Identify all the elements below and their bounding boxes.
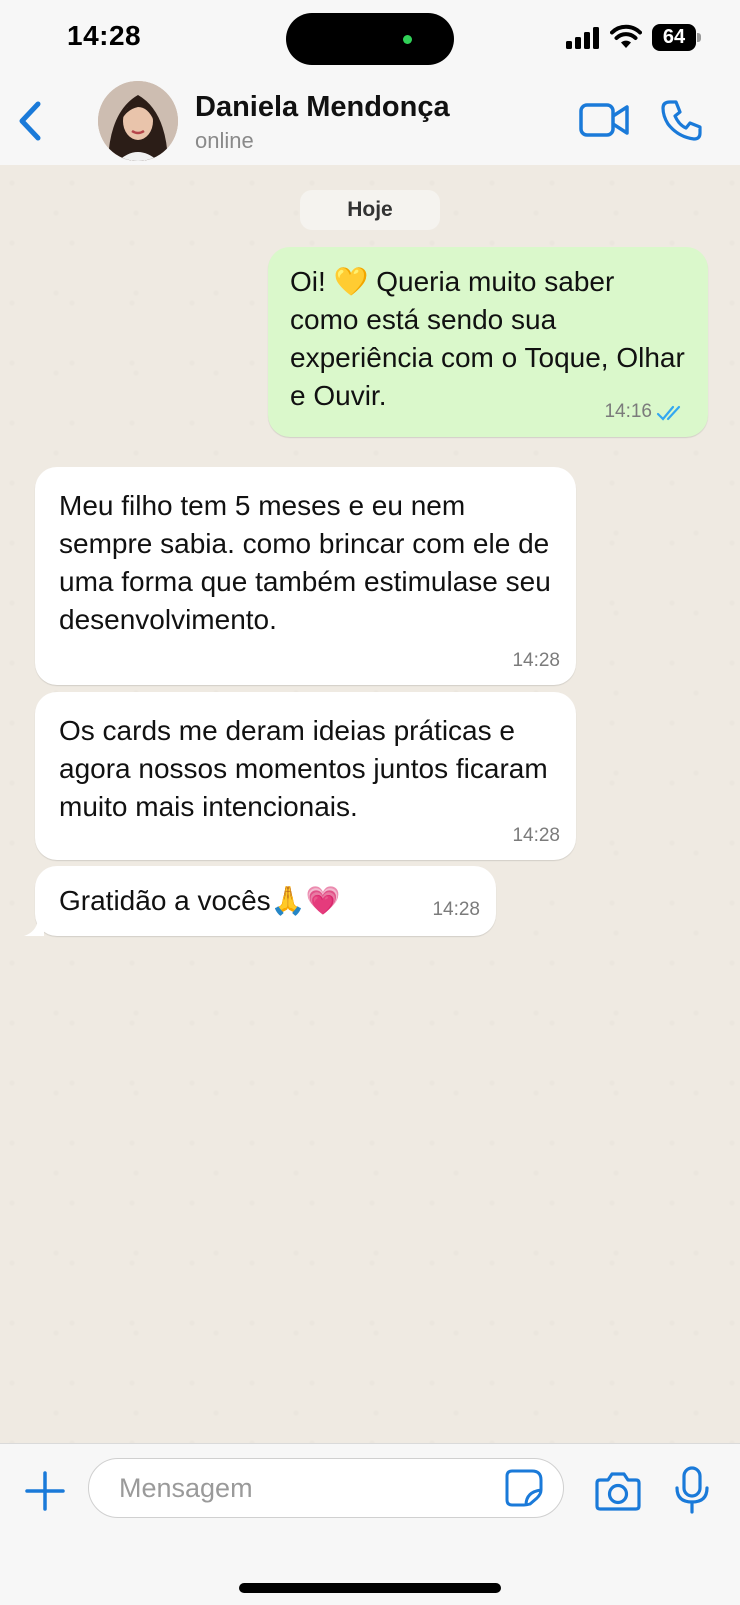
back-chevron-icon[interactable] bbox=[14, 98, 48, 144]
status-time: 14:28 bbox=[67, 20, 142, 51]
message-text-part: Oi! bbox=[290, 266, 334, 297]
phone-call-icon[interactable] bbox=[660, 98, 704, 142]
battery-icon: 64 bbox=[652, 24, 702, 51]
message-text: Gratidão a vocês🙏💗 bbox=[59, 882, 472, 920]
battery-tip bbox=[697, 33, 701, 42]
message-time: 14:28 bbox=[512, 825, 560, 846]
video-call-icon[interactable] bbox=[578, 100, 630, 140]
message-input[interactable] bbox=[88, 1458, 564, 1518]
message-text: Oi! 💛 Queria muito saber como está sendo… bbox=[290, 263, 686, 415]
pink-heart-emoji: 💗 bbox=[305, 884, 341, 917]
avatar-portrait-icon bbox=[98, 81, 178, 161]
message-bubble-incoming[interactable]: Gratidão a vocês🙏💗 14:28 bbox=[35, 866, 496, 936]
wifi-icon bbox=[610, 24, 642, 48]
message-bubble-incoming[interactable]: Meu filho tem 5 meses e eu nem sempre sa… bbox=[35, 467, 576, 685]
composer-bar bbox=[0, 1443, 740, 1605]
message-time: 14:28 bbox=[512, 650, 560, 671]
contact-status: online bbox=[195, 128, 254, 153]
message-text-part: Gratidão a vocês bbox=[59, 885, 271, 916]
microphone-icon[interactable] bbox=[672, 1466, 712, 1514]
camera-indicator-dot bbox=[403, 35, 412, 44]
chat-header: Daniela Mendonça online bbox=[0, 78, 740, 166]
yellow-heart-emoji: 💛 bbox=[333, 265, 369, 298]
message-bubble-outgoing[interactable]: Oi! 💛 Queria muito saber como está sendo… bbox=[268, 247, 708, 437]
contact-avatar[interactable] bbox=[98, 81, 178, 161]
message-bubble-incoming[interactable]: Os cards me deram ideias práticas e agor… bbox=[35, 692, 576, 860]
message-text: Meu filho tem 5 meses e eu nem sempre sa… bbox=[59, 490, 551, 635]
home-indicator[interactable] bbox=[239, 1583, 501, 1593]
message-time: 14:28 bbox=[432, 899, 480, 920]
plus-icon[interactable] bbox=[24, 1470, 66, 1512]
cellular-signal-icon bbox=[566, 27, 599, 49]
battery-level: 64 bbox=[652, 24, 696, 51]
read-receipt-icon bbox=[656, 405, 681, 421]
message-text: Os cards me deram ideias práticas e agor… bbox=[59, 715, 548, 822]
message-time: 14:16 bbox=[604, 401, 652, 422]
praying-hands-emoji: 🙏 bbox=[270, 884, 306, 917]
contact-name[interactable]: Daniela Mendonça bbox=[195, 91, 450, 124]
status-bar: 14:28 64 bbox=[0, 0, 740, 78]
camera-icon[interactable] bbox=[594, 1470, 642, 1512]
bubble-tail bbox=[24, 920, 44, 936]
date-separator: Hoje bbox=[300, 190, 440, 230]
dynamic-island bbox=[286, 13, 454, 65]
sticker-icon[interactable] bbox=[504, 1468, 544, 1508]
